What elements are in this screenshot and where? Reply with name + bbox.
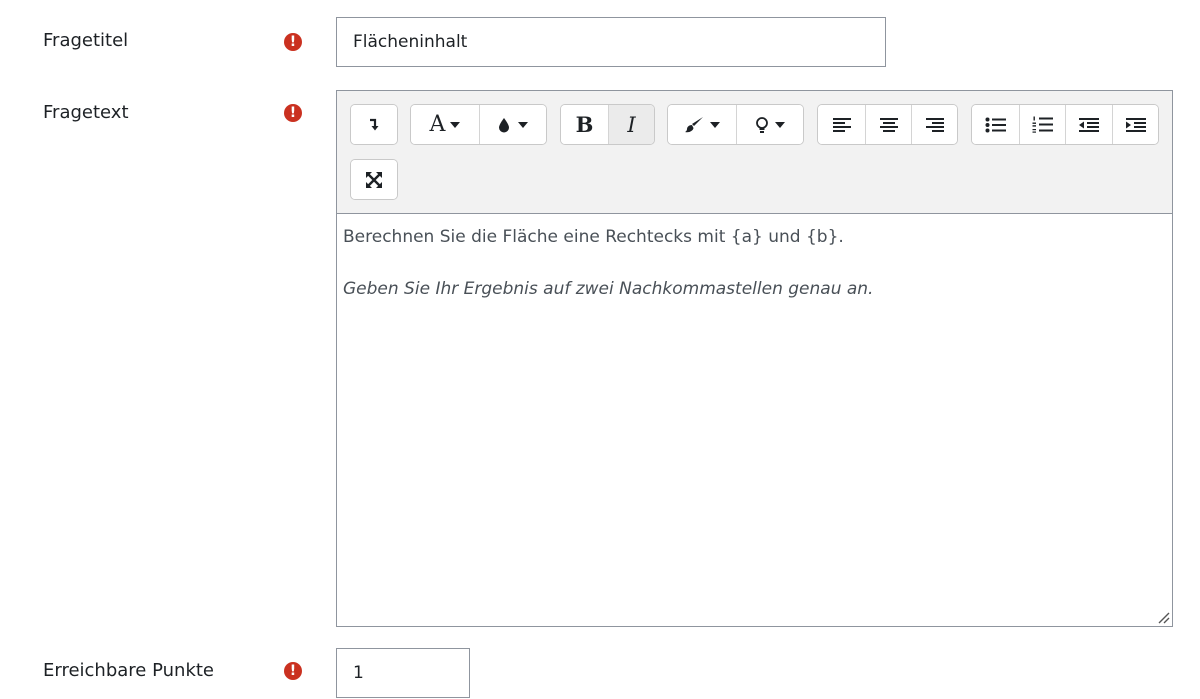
title-label: Fragetitel [43, 30, 129, 51]
align-center-icon [879, 117, 898, 132]
numbered-list-icon [1032, 116, 1053, 133]
align-left-button[interactable] [818, 105, 865, 144]
caret-down-icon [518, 121, 528, 128]
bold-button[interactable]: B [561, 105, 608, 144]
collapse-button[interactable] [351, 105, 397, 144]
lightbulb-icon [756, 116, 768, 133]
editor-toolbar: A B I [337, 91, 1172, 214]
align-center-button[interactable] [865, 105, 911, 144]
fullscreen-button[interactable] [351, 160, 397, 199]
required-icon: ! [284, 33, 302, 51]
align-right-button[interactable] [911, 105, 957, 144]
expand-icon [366, 171, 382, 188]
align-right-icon [925, 117, 944, 132]
editor-content[interactable]: Berechnen Sie die Fläche eine Rechtecks … [337, 214, 1172, 338]
caret-down-icon [450, 121, 461, 128]
font-style-button[interactable]: A [411, 105, 479, 144]
resize-handle-icon[interactable] [1156, 610, 1170, 624]
bold-icon: B [575, 112, 594, 137]
toolbar-group-fullscreen [350, 159, 398, 200]
lightbulb-button[interactable] [736, 105, 803, 144]
rich-text-editor: A B I Berechnen Sie die Fläche eine Rech… [336, 90, 1173, 627]
font-icon: A [429, 112, 446, 137]
italic-button[interactable]: I [608, 105, 654, 144]
required-icon: ! [284, 104, 302, 122]
bullet-list-icon [985, 117, 1006, 132]
drop-icon [499, 117, 509, 132]
caret-down-icon [775, 121, 785, 128]
content-paragraph: Berechnen Sie die Fläche eine Rechtecks … [343, 227, 844, 247]
toolbar-group-collapse [350, 104, 398, 145]
arrow-down-icon [370, 118, 379, 130]
toolbar-group-insert [667, 104, 804, 145]
text-label: Fragetext [43, 102, 129, 123]
caret-down-icon [710, 121, 720, 128]
required-icon: ! [284, 662, 302, 680]
toolbar-group-format: B I [560, 104, 655, 145]
indent-icon [1125, 117, 1146, 132]
italic-icon: I [627, 112, 636, 137]
numbered-list-button[interactable] [1019, 105, 1065, 144]
text-color-button[interactable] [479, 105, 546, 144]
brush-button[interactable] [668, 105, 736, 144]
outdent-icon [1079, 117, 1099, 132]
toolbar-group-align [817, 104, 958, 145]
align-left-icon [832, 117, 851, 132]
content-paragraph-italic: Geben Sie Ihr Ergebnis auf zwei Nachkomm… [343, 279, 874, 299]
points-input[interactable] [336, 648, 470, 698]
indent-button[interactable] [1112, 105, 1158, 144]
toolbar-group-style: A [410, 104, 547, 145]
paintbrush-icon [685, 116, 703, 132]
outdent-button[interactable] [1065, 105, 1112, 144]
bullet-list-button[interactable] [972, 105, 1019, 144]
toolbar-group-lists [971, 104, 1159, 145]
points-label: Erreichbare Punkte [43, 660, 215, 681]
title-input[interactable] [336, 17, 886, 67]
